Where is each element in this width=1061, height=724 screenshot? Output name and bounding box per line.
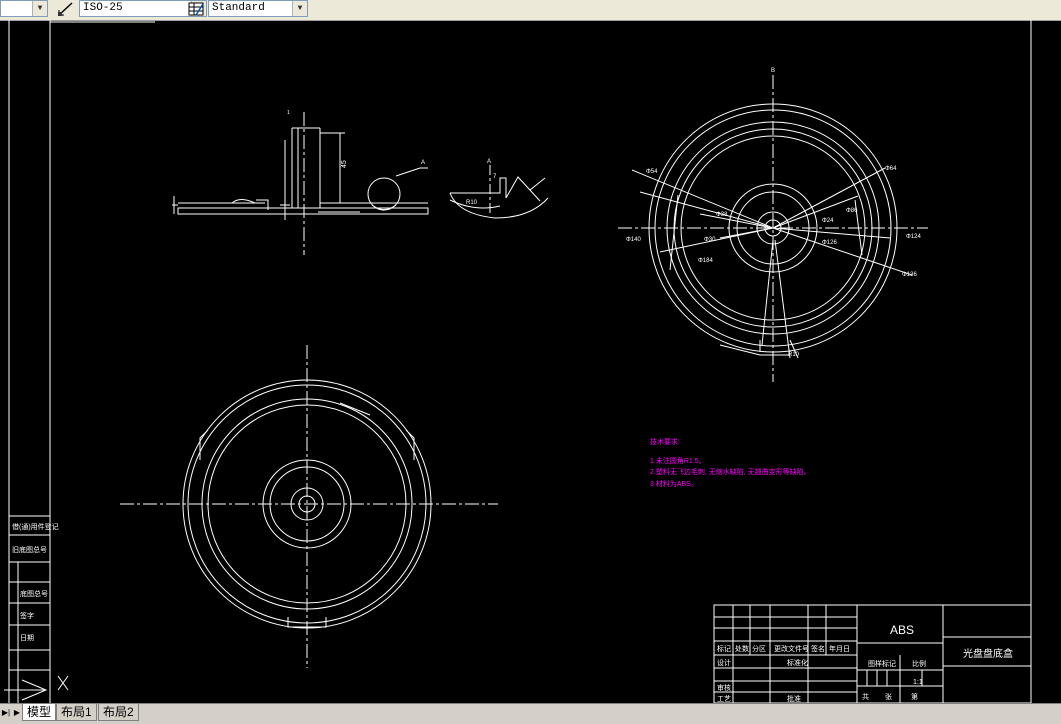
header-doc: 更改文件号: [774, 644, 809, 653]
plan-view: [120, 345, 498, 668]
dim-d30: Φ30: [704, 237, 716, 243]
dim-d24: Φ24: [822, 218, 834, 224]
role-design: 设计: [717, 658, 731, 667]
scale-value: 1:1: [913, 679, 923, 686]
role-process: 工艺: [717, 695, 731, 703]
std-label: 标准化: [787, 658, 808, 667]
dim-d124: Φ124: [906, 234, 921, 240]
left-panel-label-3: 底图总号: [20, 589, 48, 598]
dim-d126: Φ126: [822, 240, 837, 246]
part-name: 光盘盘底盒: [963, 647, 1013, 660]
tab-layout2[interactable]: 布局2: [98, 704, 139, 721]
detail-label-a: A: [487, 159, 491, 165]
first-tab-icon[interactable]: ▶|: [1, 706, 11, 719]
header-mark: 标记: [717, 644, 731, 653]
dim-r10: R10: [788, 352, 800, 358]
material-text: ABS: [890, 623, 914, 637]
section-view: [172, 112, 429, 255]
header-count: 处数: [735, 644, 749, 653]
left-panel-label-4: 签字: [20, 611, 34, 620]
approve-label: 批准: [787, 694, 801, 703]
table-style-icon[interactable]: [186, 0, 206, 18]
tech-note-2: 2.塑料无飞边毛刺, 无缩水缺陷, 无翘曲变形等缺陷。: [650, 467, 811, 476]
left-margin-table: [9, 515, 50, 703]
scale-label: 比例: [912, 659, 926, 668]
dim-d184: Φ184: [698, 258, 713, 264]
sheet-total: 共: [862, 692, 869, 701]
layer-combo[interactable]: ▼: [0, 0, 48, 17]
header-sign: 签名: [811, 644, 825, 653]
drawing-canvas[interactable]: 1 45 A A 7 R10 B Φ54 Φ64 Φ140 Φ124 Φ184 …: [0, 20, 1061, 703]
dimension-style-value: ISO-25: [83, 2, 123, 14]
chevron-down-icon[interactable]: ▼: [292, 1, 307, 16]
next-tab-icon[interactable]: ▶: [12, 706, 22, 719]
technical-notes: 技术要求: 1.未注圆角R1.5。 2.塑料无飞边毛刺, 无缩水缺陷, 无翘曲变…: [650, 437, 811, 488]
table-style-combo[interactable]: Standard ▼: [208, 0, 308, 17]
dim-d54: Φ54: [646, 169, 658, 175]
detail-a-view: [449, 165, 549, 219]
dim-d38: Φ38: [716, 212, 728, 218]
tech-title: 技术要求:: [650, 437, 680, 446]
dim-d86: Φ86: [846, 208, 858, 214]
left-panel-label-2: 旧底图总号: [12, 545, 47, 554]
dim-top-mark: 1: [287, 110, 290, 116]
left-panel-label-1: 借(通)用件登记: [12, 522, 59, 531]
dim-7: 7: [493, 174, 497, 180]
top-view-b: [618, 75, 928, 382]
dim-height-45: 45: [341, 160, 348, 168]
tab-layout1[interactable]: 布局1: [56, 704, 97, 721]
view-label-b: B: [771, 68, 775, 74]
role-review: 审核: [717, 683, 731, 692]
styles-toolbar: ▼ ISO-25 ▼ Standard ▼: [0, 0, 1061, 21]
stage-label: 图样标记: [868, 659, 896, 668]
dim-d136: Φ136: [902, 272, 917, 278]
sheet-no: 第: [911, 692, 918, 701]
dim-r-small: R10: [466, 200, 478, 206]
dim-d64: Φ64: [885, 166, 897, 172]
tab-model[interactable]: 模型: [22, 704, 57, 721]
table-style-value: Standard: [212, 2, 265, 14]
header-date: 年月日: [829, 644, 850, 653]
chevron-down-icon[interactable]: ▼: [32, 1, 47, 16]
title-block-text: ABS 光盘盘底盒 图样标记 比例 1:1 共 张 第 标记 处数 分区 更改文…: [717, 623, 1013, 703]
tech-note-3: 3.材料为ABS。: [650, 479, 698, 488]
dim-d140: Φ140: [626, 237, 641, 243]
layout-tab-bar: ▶| ▶ 模型 布局1 布局2: [0, 703, 1061, 724]
ucs-icon: [4, 675, 69, 701]
header-zone: 分区: [752, 644, 766, 653]
left-panel-label-5: 日期: [20, 634, 34, 642]
view-label-a: A: [421, 160, 425, 166]
dimension-style-icon[interactable]: [56, 0, 76, 18]
sheet-label: 张: [885, 692, 892, 701]
tech-note-1: 1.未注圆角R1.5。: [650, 456, 706, 465]
